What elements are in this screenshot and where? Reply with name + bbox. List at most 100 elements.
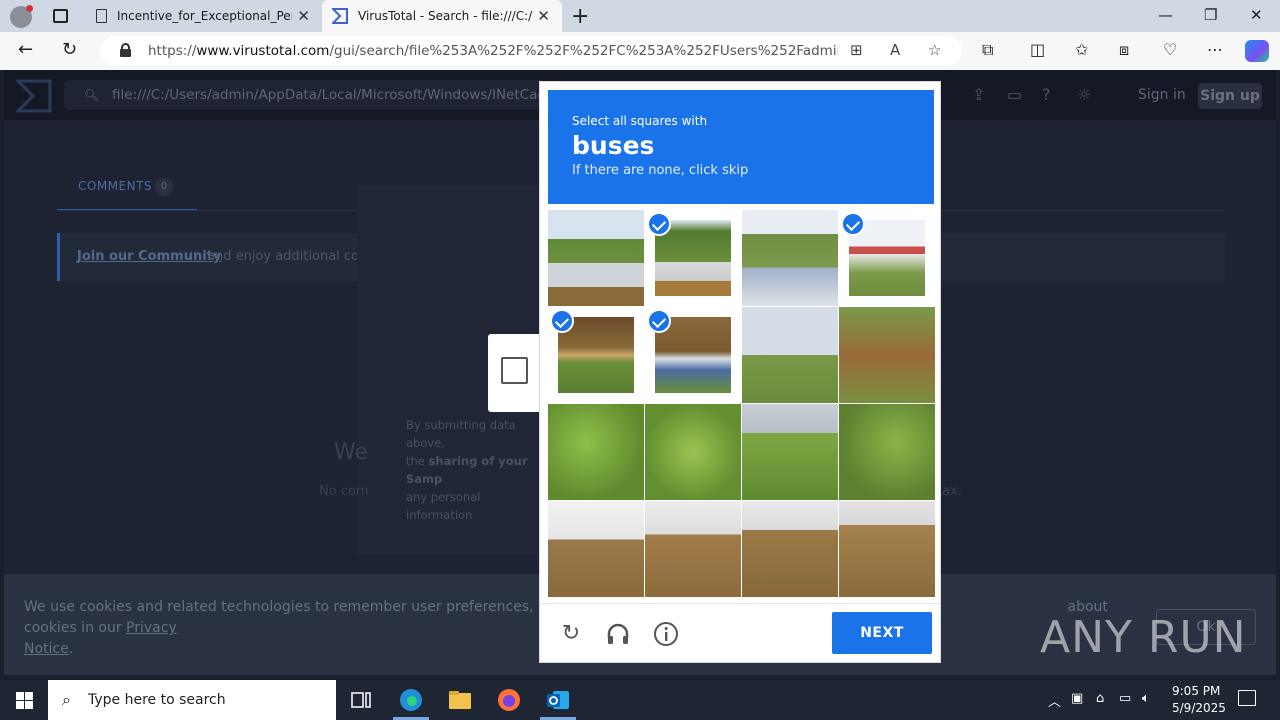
profile-icon[interactable] xyxy=(10,5,33,28)
captcha-tile[interactable] xyxy=(645,404,741,500)
captcha-tile[interactable] xyxy=(645,307,741,403)
captcha-tile-image xyxy=(742,501,838,597)
captcha-tile[interactable] xyxy=(742,210,838,306)
captcha-tile[interactable] xyxy=(839,307,935,403)
outlook-icon[interactable] xyxy=(545,688,571,712)
captcha-tile[interactable] xyxy=(839,210,935,306)
next-button[interactable]: NEXT xyxy=(832,612,932,654)
favorites-icon[interactable]: ✩ xyxy=(1075,40,1088,59)
read-aloud-icon[interactable]: A xyxy=(890,41,900,59)
firefox-icon[interactable] xyxy=(496,688,522,712)
clock-time[interactable]: 9:05 PM xyxy=(1172,684,1220,698)
lock-icon[interactable] xyxy=(120,43,131,57)
close-window-icon[interactable]: ✕ xyxy=(1250,6,1263,24)
notifications-icon[interactable]: ▭ xyxy=(1007,85,1022,104)
virustotal-logo[interactable] xyxy=(16,79,52,113)
volume-icon[interactable]: 🔈︎ xyxy=(1142,691,1150,706)
captcha-tile[interactable] xyxy=(645,501,741,597)
file-explorer-icon[interactable] xyxy=(447,688,473,712)
comments-count-badge: 0 xyxy=(155,178,173,196)
captcha-image-grid xyxy=(548,210,935,597)
captcha-tile-image xyxy=(742,404,838,500)
close-tab-icon[interactable]: ✕ xyxy=(537,7,550,25)
tab-virustotal[interactable]: VirusTotal - Search - file:///C:/Us ✕ xyxy=(322,0,562,32)
network-icon[interactable]: ▭ xyxy=(1119,691,1131,706)
address-bar[interactable]: https://www.virustotal.com/gui/search/fi… xyxy=(100,36,962,66)
task-view-icon[interactable] xyxy=(348,688,374,712)
privacy-notice-link[interactable]: Privacy xyxy=(126,620,177,636)
show-hidden-icons-icon[interactable]: ︿ xyxy=(1048,691,1061,710)
captcha-tile-image xyxy=(548,404,644,500)
captcha-tile[interactable] xyxy=(548,210,644,306)
captcha-challenge: Select all squares with buses If there a… xyxy=(539,81,941,663)
collections-icon[interactable]: ⧈ xyxy=(1119,40,1129,60)
info-icon[interactable] xyxy=(652,620,680,648)
tab-incentive[interactable]: Incentive_for_Exceptional_Perfor ✕ xyxy=(86,0,322,32)
more-options-icon[interactable]: ⋯ xyxy=(1207,40,1223,59)
sign-up-button[interactable]: Sign up xyxy=(1198,83,1262,109)
search-input[interactable]: 🔍︎ file:///C:/Users/admin/AppData/Local/… xyxy=(64,80,584,110)
tab-actions-icon[interactable] xyxy=(53,9,68,23)
captcha-target: buses xyxy=(572,131,655,160)
new-tab-icon[interactable]: + xyxy=(571,4,589,29)
refresh-icon[interactable]: ↻ xyxy=(62,39,77,60)
captcha-checkbox[interactable] xyxy=(501,357,528,384)
sign-in-link[interactable]: Sign in xyxy=(1138,87,1186,103)
search-icon: 🔍︎ xyxy=(84,88,100,102)
search-icon: ⌕ xyxy=(62,690,71,709)
captcha-tile-image xyxy=(645,404,741,500)
reload-icon[interactable]: ↻ xyxy=(557,620,585,648)
browser-essentials-icon[interactable]: ♡ xyxy=(1163,40,1177,59)
privacy-notice-link[interactable]: Notice xyxy=(24,641,69,657)
tab-title: Incentive_for_Exceptional_Perfor xyxy=(117,9,292,23)
checkmark-icon xyxy=(841,212,865,236)
join-community-link[interactable]: Join our Community xyxy=(77,249,221,264)
captcha-tile[interactable] xyxy=(645,210,741,306)
maximize-icon[interactable]: ❐ xyxy=(1204,6,1217,24)
browser-tab-strip: Incentive_for_Exceptional_Perfor ✕ Virus… xyxy=(0,0,1280,32)
upload-icon[interactable]: ⇪ xyxy=(972,85,985,104)
captcha-tile-image xyxy=(548,210,644,306)
clock-date[interactable]: 5/9/2025 xyxy=(1172,701,1226,715)
browser-toolbar: ← ↻ https://www.virustotal.com/gui/searc… xyxy=(0,32,1280,70)
captcha-tile-image xyxy=(839,307,935,403)
captcha-tile[interactable] xyxy=(839,501,935,597)
captcha-tile[interactable] xyxy=(742,501,838,597)
captcha-tile[interactable] xyxy=(742,307,838,403)
app-available-icon[interactable]: ⊞ xyxy=(850,41,863,59)
captcha-tile[interactable] xyxy=(742,404,838,500)
captcha-tile-image xyxy=(645,501,741,597)
taskbar-search-input[interactable]: ⌕ Type here to search xyxy=(48,680,336,720)
audio-challenge-icon[interactable] xyxy=(604,620,632,648)
virustotal-tab-icon xyxy=(332,8,348,24)
extensions-icon[interactable]: ⧉ xyxy=(982,40,993,60)
captcha-tile[interactable] xyxy=(548,404,644,500)
help-icon[interactable]: ? xyxy=(1042,85,1051,104)
captcha-tile-image xyxy=(742,307,838,403)
copilot-icon[interactable] xyxy=(1245,40,1269,62)
notifications-icon[interactable] xyxy=(1238,690,1256,706)
edge-taskbar-icon[interactable] xyxy=(398,688,424,712)
favorite-star-icon[interactable]: ☆ xyxy=(928,41,941,59)
back-icon[interactable]: ← xyxy=(18,39,33,60)
windows-start-icon[interactable] xyxy=(16,692,33,709)
url-text[interactable]: https://www.virustotal.com/gui/search/fi… xyxy=(148,43,838,59)
captcha-tile-image xyxy=(839,501,935,597)
captcha-tile[interactable] xyxy=(548,307,644,403)
captcha-tile-image xyxy=(839,404,935,500)
checkmark-icon xyxy=(550,309,574,333)
device-icon[interactable]: ⌂ xyxy=(1096,691,1104,706)
captcha-header: Select all squares with buses If there a… xyxy=(548,90,934,204)
captcha-tile[interactable] xyxy=(548,501,644,597)
anyrun-watermark: ANY RUN xyxy=(1040,612,1247,663)
theme-toggle-icon[interactable]: ☼ xyxy=(1077,85,1091,104)
minimize-icon[interactable]: — xyxy=(1158,6,1173,24)
tab-title: VirusTotal - Search - file:///C:/Us xyxy=(358,9,533,23)
outlook-tray-icon[interactable]: ▣ xyxy=(1071,691,1083,706)
captcha-tile-image xyxy=(742,210,838,306)
close-tab-icon[interactable]: ✕ xyxy=(297,7,310,25)
tab-comments[interactable]: COMMENTS 0 xyxy=(57,170,197,211)
divider xyxy=(540,603,940,604)
split-screen-icon[interactable]: ◫ xyxy=(1030,40,1045,59)
captcha-tile[interactable] xyxy=(839,404,935,500)
